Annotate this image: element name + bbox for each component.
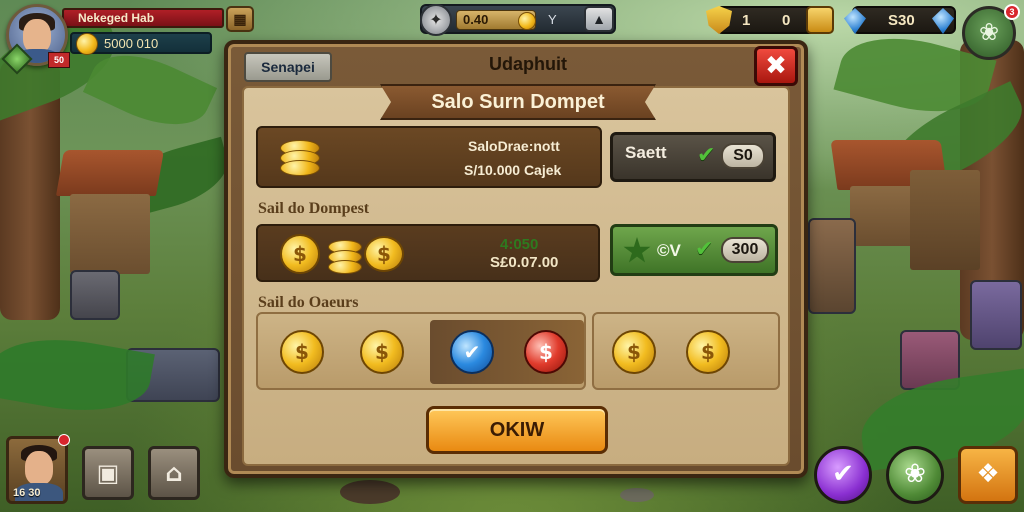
gem-count: S30 (888, 12, 915, 29)
nature-button[interactable]: ❀ (886, 446, 944, 504)
house-icon: ⌂ (165, 459, 183, 487)
offer-row-1-subtitle: S/10.000 Cajek (464, 162, 562, 178)
currency-selector-group-2: $ $ (592, 312, 780, 390)
dialog-ribbon-title: Salo Surn Dompet (380, 84, 656, 120)
hut-roof-left (55, 150, 165, 196)
ground-barrel (340, 480, 400, 504)
sell-button-1-label: Saett (625, 143, 667, 162)
home-button[interactable]: ⌂ (148, 446, 200, 500)
villager-figure (808, 218, 856, 314)
coin-stack-icon (280, 160, 320, 176)
sell-button-1-price: S0 (721, 143, 765, 169)
hut-wall-left (70, 194, 150, 274)
player-coin-value: 5000 010 (104, 36, 159, 51)
red-gem-option[interactable]: $ (524, 330, 568, 374)
portrait-face (25, 451, 53, 485)
sell-button-2-price: 300 (721, 237, 769, 263)
coin-option-2[interactable]: $ (360, 330, 404, 374)
compass-icon: ✦ (420, 4, 452, 36)
quest-button[interactable]: ✔ (814, 446, 872, 504)
player-name-banner: Nekeged Hab (62, 8, 224, 28)
gold-count: 0 (782, 12, 791, 29)
blue-gem-option[interactable]: ✔ (450, 330, 494, 374)
offer-row-2-total: S£0.07.00 (490, 254, 559, 271)
energy-plus-button[interactable]: ▲ (584, 6, 614, 32)
sell-button-1[interactable]: Saett ✔ S0 (610, 132, 776, 182)
offer-row-2-value: 4:050 (500, 236, 539, 253)
coin-icon (518, 12, 536, 30)
build-button[interactable]: ▣ (82, 446, 134, 500)
gold-chest-icon[interactable] (806, 6, 834, 34)
rank-flag-badge: 50 (48, 52, 70, 68)
hut-stairs (910, 170, 980, 270)
dialog-header-title: Udaphuit (489, 54, 567, 74)
check-icon: ✔ (697, 143, 716, 168)
section-label-2: Sail do Oaeurs (258, 294, 359, 311)
coin-stack-icon (328, 260, 362, 274)
coin-icon: $ (364, 236, 404, 272)
tab-senapei[interactable]: Senapei (244, 52, 332, 82)
purple-crate (970, 280, 1022, 350)
coin-option-1[interactable]: $ (280, 330, 324, 374)
burst-icon (623, 237, 651, 263)
check-icon: ✔ (832, 459, 854, 489)
close-button[interactable]: ✖ (754, 46, 798, 86)
speech-bubble-icon: ❖ (976, 459, 1000, 489)
hero-notification-dot (58, 434, 70, 446)
ground-stone (620, 488, 654, 502)
bush-leaf (0, 326, 155, 424)
offer-row-1-title: SaloDrae:nott (468, 138, 560, 154)
section-label-1: Sail do Dompest (258, 200, 370, 217)
hero-portrait-label: 16 30 (13, 487, 41, 499)
stone-stack (70, 270, 120, 320)
coin-option-3[interactable]: $ (612, 330, 656, 374)
currency-selector-group-1: $ $ ✔ $ (256, 312, 586, 390)
sell-button-2-label: ©V (657, 241, 681, 260)
notification-badge: 3 (1004, 4, 1020, 20)
coin-option-4[interactable]: $ (686, 330, 730, 374)
energy-value: 0.40 (463, 12, 489, 27)
ok-button[interactable]: OKIW (426, 406, 608, 454)
avatar-face (23, 19, 51, 53)
shield-count: 1 (742, 12, 751, 29)
coin-icon (76, 33, 98, 55)
check-icon: ✔ (695, 237, 714, 262)
crate-icon: ▣ (96, 459, 120, 487)
sell-button-2[interactable]: ©V ✔ 300 (610, 224, 778, 276)
chat-button[interactable]: ❖ (958, 446, 1018, 504)
sell-dialog: Senapei Udaphuit ✖ Salo Surn Dompet Salo… (224, 40, 808, 478)
inventory-button[interactable]: ▦ (226, 6, 254, 32)
coin-icon: $ (280, 234, 320, 274)
leaf-icon: ❀ (904, 459, 926, 489)
hero-portrait[interactable]: 16 30 (6, 436, 68, 504)
energy-label: Y (548, 12, 557, 27)
close-icon: ✖ (765, 51, 787, 81)
